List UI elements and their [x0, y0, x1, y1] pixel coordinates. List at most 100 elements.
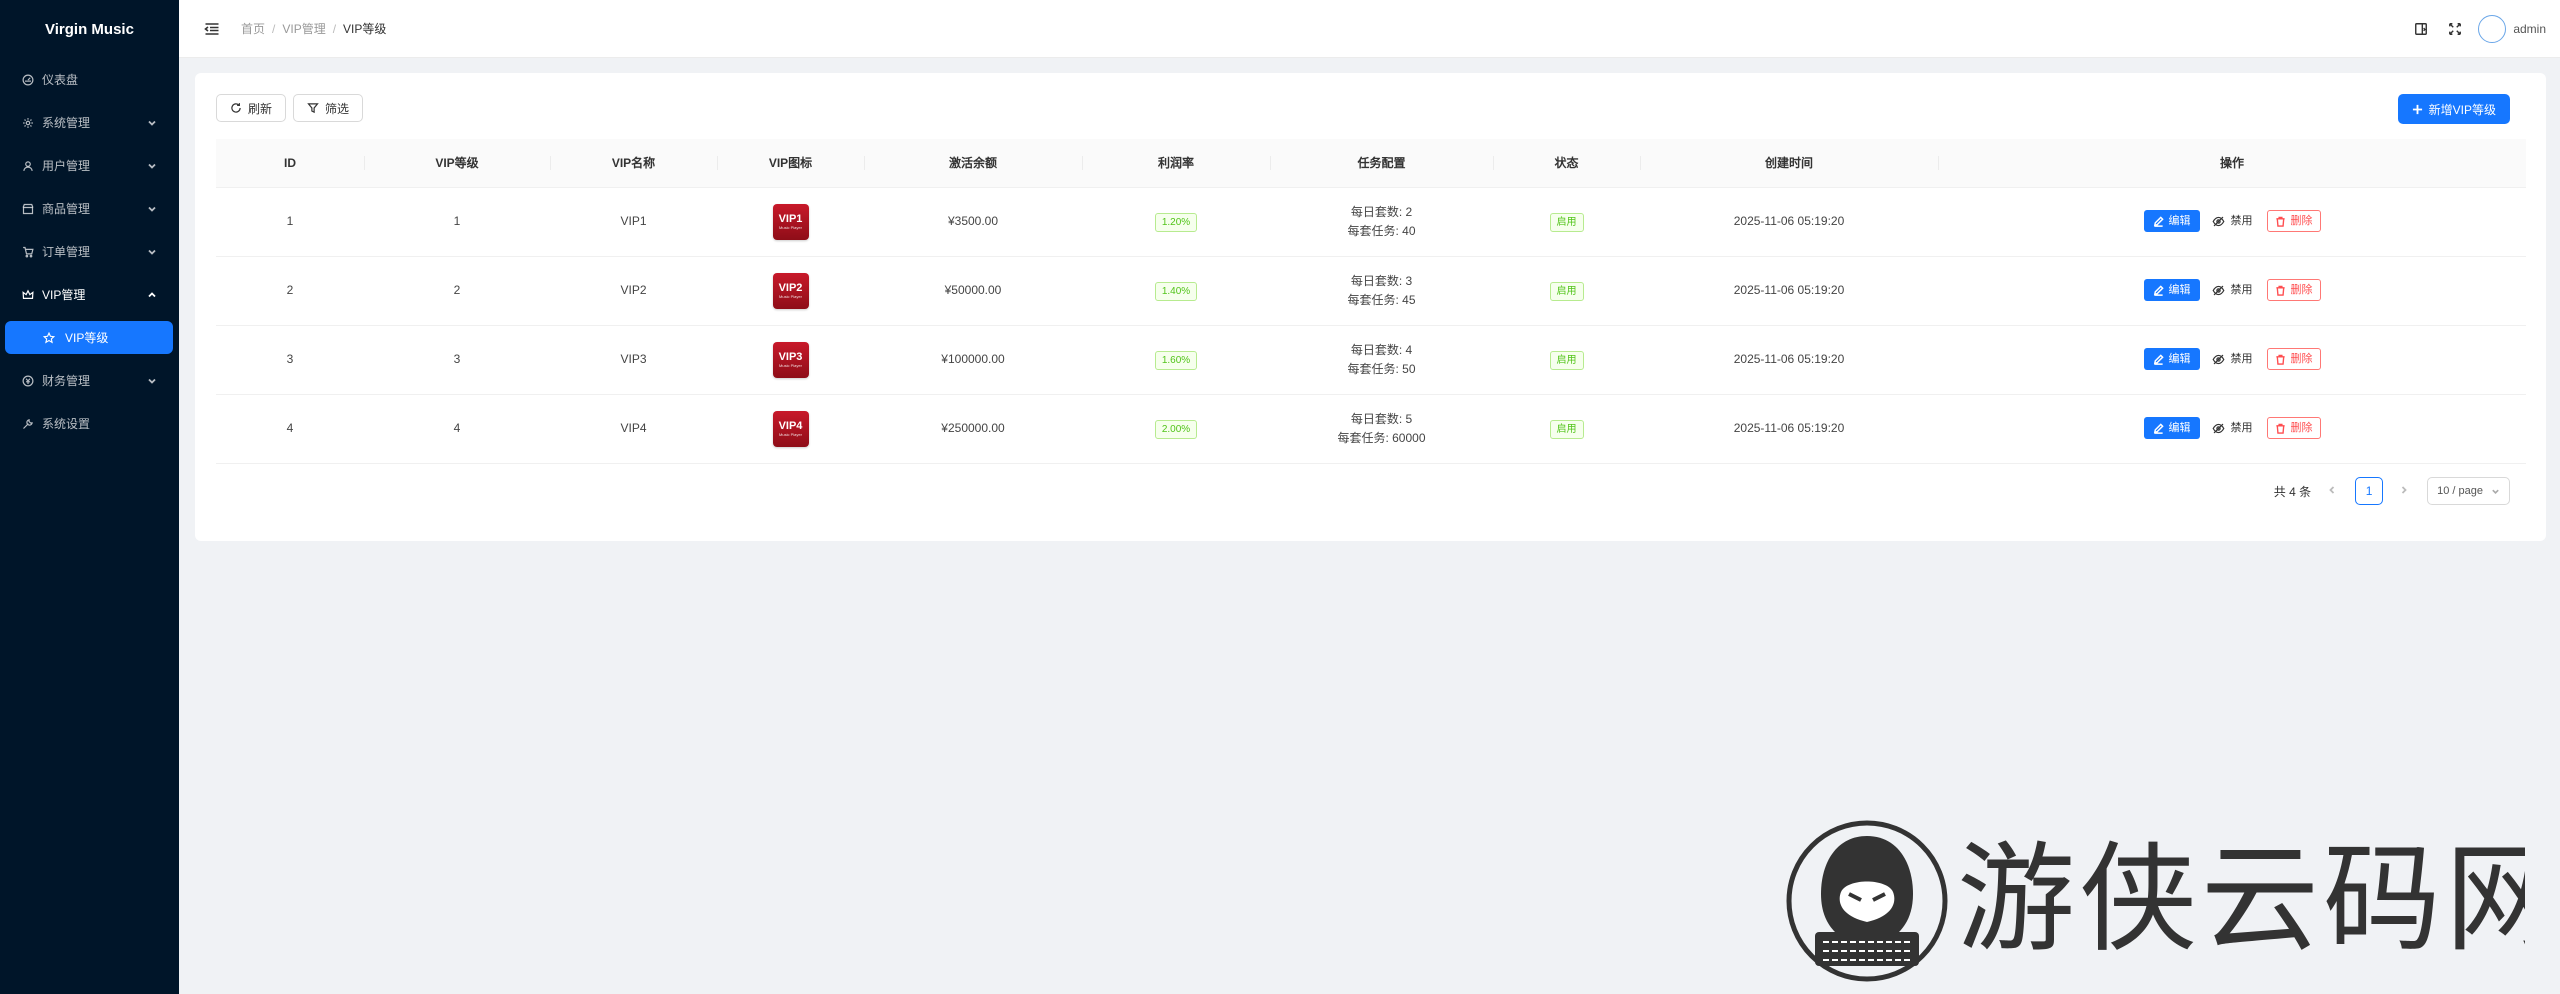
chevron-down-icon [147, 203, 157, 213]
page-number-button[interactable]: 1 [2355, 477, 2384, 505]
cell-status: 启用 [1493, 187, 1640, 257]
next-page-icon[interactable] [2399, 485, 2411, 497]
column-header-balance: 激活余额 [864, 139, 1082, 188]
sidebar-item-users[interactable]: 用户管理 [0, 144, 179, 187]
chevron-down-icon [2492, 489, 2499, 494]
vip-badge-text: VIP3 [778, 350, 803, 363]
cell-tasks: 每日套数: 3 每套任务: 45 [1270, 256, 1493, 326]
cell-balance: ¥50000.00 [864, 256, 1082, 326]
sidebar-item-label: 仪表盘 [42, 73, 79, 87]
sidebar-item-label: 商品管理 [42, 202, 91, 216]
edit-label: 编辑 [2168, 214, 2191, 227]
delete-button[interactable]: 删除 [2266, 210, 2321, 233]
wrench-icon [21, 417, 35, 431]
rate-tag: 1.40% [1154, 281, 1198, 301]
edit-button[interactable]: 编辑 [2143, 348, 2200, 371]
hacker-mascot-icon [1786, 820, 1948, 982]
fullscreen-icon[interactable] [2446, 20, 2464, 38]
menu-fold-icon[interactable] [203, 20, 221, 38]
edit-button[interactable]: 编辑 [2143, 417, 2200, 440]
sidebar-subitem-vip-level[interactable]: VIP等级 [5, 321, 173, 354]
cell-created: 2025-11-06 05:19:20 [1640, 256, 1938, 326]
rate-tag: 1.20% [1154, 212, 1198, 232]
refresh-icon [231, 103, 241, 113]
cell-actions: 编辑 禁用 删除 [1938, 394, 2526, 464]
disable-button[interactable]: 禁用 [2212, 350, 2253, 369]
cell-icon: VIP4 Music Player [717, 394, 864, 464]
table-header: ID VIP等级 VIP名称 VIP图标 激活余额 利润率 任务配置 状态 创建… [216, 139, 2526, 188]
vip-badge-subtext: Music Player [779, 224, 802, 230]
trash-icon [2275, 285, 2285, 296]
disable-label: 禁用 [2230, 283, 2253, 296]
cell-level: 2 [364, 256, 550, 326]
breadcrumb-home[interactable]: 首页 [241, 20, 265, 37]
chevron-down-icon [147, 117, 157, 127]
disable-button[interactable]: 禁用 [2212, 419, 2253, 438]
edit-button[interactable]: 编辑 [2143, 279, 2200, 302]
cell-name: VIP2 [550, 256, 717, 326]
cell-created: 2025-11-06 05:19:20 [1640, 187, 1938, 257]
prev-page-icon[interactable] [2327, 485, 2339, 497]
chevron-down-icon [147, 246, 157, 256]
cart-icon [21, 245, 35, 259]
add-vip-level-label: 新增VIP等级 [2428, 102, 2496, 117]
task-per: 每套任务: 45 [1347, 292, 1416, 307]
delete-button[interactable]: 删除 [2266, 348, 2321, 371]
sidebar-item-orders[interactable]: 订单管理 [0, 230, 179, 273]
sidebar-item-vip[interactable]: VIP管理 [0, 273, 179, 316]
column-header-created: 创建时间 [1640, 139, 1938, 188]
watermark-text: 游侠云码网 [1957, 830, 2525, 968]
sidebar-item-products[interactable]: 商品管理 [0, 187, 179, 230]
page-size-select[interactable]: 10 / page [2427, 477, 2510, 505]
cell-icon: VIP2 Music Player [717, 256, 864, 326]
cell-created: 2025-11-06 05:19:20 [1640, 325, 1938, 395]
cell-actions: 编辑 禁用 删除 [1938, 325, 2526, 395]
sidebar-item-dashboard[interactable]: 仪表盘 [0, 58, 179, 101]
add-vip-level-button[interactable]: 新增VIP等级 [2397, 94, 2510, 124]
sidebar-item-label: 系统管理 [42, 116, 91, 130]
column-header-tasks: 任务配置 [1270, 139, 1493, 188]
table-row: 4 4 VIP4 VIP4 Music Player ¥250000.00 2.0… [216, 394, 2526, 464]
trash-icon [2275, 216, 2285, 227]
vip-badge-subtext: Music Player [779, 293, 802, 299]
disable-button[interactable]: 禁用 [2212, 281, 2253, 300]
disable-button[interactable]: 禁用 [2212, 212, 2253, 231]
delete-button[interactable]: 删除 [2266, 417, 2321, 440]
vip-badge-text: VIP2 [778, 281, 803, 294]
breadcrumb-current: VIP等级 [343, 22, 387, 36]
cell-icon: VIP3 Music Player [717, 325, 864, 395]
column-header-icon: VIP图标 [717, 139, 864, 188]
watermark-logo: 游侠云码网 [1786, 820, 2525, 982]
sidebar-item-settings[interactable]: 系统设置 [0, 402, 179, 445]
sidebar-item-finance[interactable]: 财务管理 [0, 359, 179, 402]
eye-off-icon [2212, 354, 2224, 365]
chevron-up-icon [147, 289, 157, 299]
vip-badge-text: VIP4 [778, 419, 803, 432]
layout-toggle-icon[interactable] [2412, 20, 2430, 38]
breadcrumb-vip-management[interactable]: VIP管理 [282, 20, 325, 37]
edit-label: 编辑 [2168, 352, 2191, 365]
vip-badge-subtext: Music Player [779, 431, 802, 437]
delete-label: 删除 [2290, 421, 2313, 434]
sidebar-item-label: 订单管理 [42, 245, 91, 259]
header-actions: admin [2412, 0, 2560, 58]
settings-icon [21, 116, 35, 130]
status-badge: 启用 [1549, 212, 1584, 232]
filter-button[interactable]: 筛选 [293, 94, 364, 122]
delete-button[interactable]: 删除 [2266, 279, 2321, 302]
chevron-down-icon [147, 375, 157, 385]
avatar[interactable] [2478, 15, 2507, 43]
task-daily: 每日套数: 3 [1350, 273, 1413, 288]
cell-rate: 1.60% [1082, 325, 1270, 395]
username[interactable]: admin [2513, 22, 2546, 36]
sidebar-item-label: VIP管理 [42, 288, 86, 302]
column-header-actions: 操作 [1938, 139, 2526, 188]
task-per: 每套任务: 60000 [1337, 430, 1426, 445]
refresh-button[interactable]: 刷新 [216, 94, 287, 122]
disable-label: 禁用 [2230, 352, 2253, 365]
cell-level: 1 [364, 187, 550, 257]
edit-button[interactable]: 编辑 [2143, 210, 2200, 233]
vip-badge-subtext: Music Player [779, 362, 802, 368]
sidebar-item-system[interactable]: 系统管理 [0, 101, 179, 144]
cell-actions: 编辑 禁用 删除 [1938, 256, 2526, 326]
